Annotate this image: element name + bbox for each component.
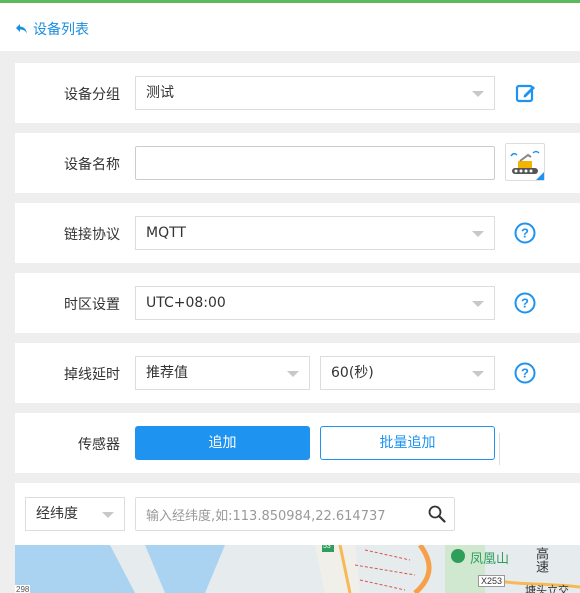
device-name-label: 设备名称 — [64, 157, 120, 173]
edit-icon[interactable] — [515, 82, 537, 104]
device-group-label: 设备分组 — [64, 87, 120, 103]
row-sensor: 传感器 追加 批量追加 — [15, 413, 580, 473]
offline-time-select[interactable]: 60(秒) — [320, 356, 495, 390]
map-poi-icon — [451, 549, 465, 563]
row-device-group: 设备分组 测试 — [15, 63, 580, 123]
map-road-label-298: 298 — [15, 585, 31, 593]
help-icon[interactable]: ? — [514, 222, 536, 244]
map-road-label-x253: X253 — [478, 575, 506, 587]
chevron-down-icon — [472, 91, 484, 97]
svg-text:?: ? — [521, 366, 529, 381]
back-link-label: 设备列表 — [33, 22, 89, 38]
map-place-label: 塘头立交 — [525, 584, 569, 593]
offline-mode-select[interactable]: 推荐值 — [135, 356, 310, 390]
offline-delay-label: 掉线延时 — [64, 367, 120, 383]
offline-time-value: 60(秒) — [331, 365, 374, 381]
chevron-down-icon — [472, 371, 484, 377]
chevron-down-icon — [472, 301, 484, 307]
coordinate-type-select[interactable]: 经纬度 — [25, 497, 125, 531]
svg-text:?: ? — [521, 296, 529, 311]
device-robot-icon — [510, 150, 544, 180]
row-offline-delay: 掉线延时 推荐值 60(秒) ? — [15, 343, 580, 403]
protocol-label: 链接协议 — [64, 227, 120, 243]
search-icon[interactable] — [428, 505, 446, 523]
back-arrow-icon — [16, 24, 27, 34]
row-protocol: 链接协议 MQTT ? — [15, 203, 580, 263]
coordinate-search-placeholder: 输入经纬度,如:113.850984,22.614737 — [146, 509, 386, 524]
row-device-name: 设备名称 — [15, 133, 580, 193]
offline-mode-value: 推荐值 — [146, 365, 188, 381]
timezone-value: UTC+08:00 — [146, 295, 226, 311]
chevron-down-icon — [472, 231, 484, 237]
row-timezone: 时区设置 UTC+08:00 ? — [15, 273, 580, 333]
row-location: 经纬度 输入经纬度,如:113.850984,22.614737 — [15, 483, 580, 545]
chevron-down-icon — [102, 512, 114, 518]
help-icon[interactable]: ? — [514, 292, 536, 314]
coordinate-search-input[interactable]: 输入经纬度,如:113.850984,22.614737 — [135, 497, 455, 531]
map-view[interactable]: 53 凤凰山 高速 X253 塘头立交 298 — [15, 545, 580, 593]
device-image-thumbnail[interactable] — [505, 143, 545, 181]
row-divider — [499, 433, 500, 465]
device-group-select[interactable]: 测试 — [135, 76, 495, 110]
protocol-select[interactable]: MQTT — [135, 216, 495, 250]
back-link[interactable]: 设备列表 — [15, 19, 89, 39]
svg-text:?: ? — [521, 226, 529, 241]
map-poi-label: 凤凰山 — [470, 551, 510, 566]
timezone-select[interactable]: UTC+08:00 — [135, 286, 495, 320]
add-sensor-button[interactable]: 追加 — [135, 426, 310, 460]
map-vertical-label: 高速 — [533, 547, 548, 573]
batch-add-sensor-button[interactable]: 批量追加 — [320, 426, 495, 460]
timezone-label: 时区设置 — [64, 297, 120, 313]
page-header: 设备列表 — [0, 3, 580, 51]
help-icon[interactable]: ? — [514, 362, 536, 384]
map-road-label-53: 53 — [323, 545, 331, 550]
protocol-value: MQTT — [146, 225, 186, 241]
device-name-input[interactable] — [135, 146, 495, 180]
device-group-value: 测试 — [146, 85, 174, 101]
sensor-label: 传感器 — [78, 437, 120, 453]
coordinate-type-value: 经纬度 — [36, 506, 78, 522]
chevron-down-icon — [287, 371, 299, 377]
